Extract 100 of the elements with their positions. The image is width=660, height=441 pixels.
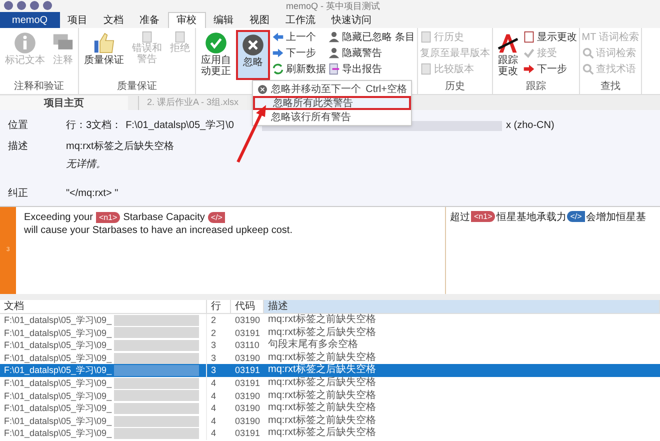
table-cell-text: mq:rxt标签之前缺失空格 (267, 414, 377, 426)
ribbon-button[interactable]: 上一个 (272, 30, 326, 44)
menu-tab[interactable]: 审校 (168, 12, 206, 28)
table-cell-text: 4 (210, 427, 218, 440)
table-cell-text: 3 (210, 364, 218, 377)
tag-chip[interactable]: </> (567, 211, 585, 222)
table-cell-text: 03190 (234, 390, 262, 402)
letter-a-icon (496, 31, 520, 55)
tag-chip[interactable]: </> (208, 212, 226, 223)
ribbon-button[interactable]: 下一步 (272, 46, 326, 60)
table-cell: F:\01_datalsp\05_学习\09_ (4, 364, 112, 377)
check-icon (204, 31, 228, 55)
column-header[interactable]: 行 (207, 300, 231, 313)
table-cell-text: 03190 (234, 314, 262, 327)
column-header[interactable]: 描述 (264, 300, 660, 313)
document-icon (174, 31, 186, 43)
table-row[interactable]: F:\01_datalsp\05_学习\09_ 4 03190 mq:rxt标签之前缺失空格 (0, 402, 660, 415)
table-row[interactable]: F:\01_datalsp\05_学习\09_ 4 03191 mq:rxt标签之后缺失空格 (0, 376, 660, 390)
menu-item[interactable]: 忽略所有此类警告 (253, 96, 411, 110)
table-cell: F:\01_datalsp\05_学习\09_ (4, 414, 112, 428)
info-icon (13, 31, 37, 55)
table-row[interactable]: F:\01_datalsp\05_学习\09_ 2 03190 mq:rxt标签之前缺失空格 (0, 314, 660, 327)
menu-tab[interactable]: 准备 (132, 12, 168, 28)
table-cell-text: 2 (210, 314, 218, 327)
table-cell-text: 03110 (234, 339, 260, 352)
field-value: x (zho-CN) (506, 119, 554, 133)
field-label: 位置 (8, 118, 29, 133)
ribbon-button[interactable]: 显示更改 (522, 30, 577, 44)
menu-tab[interactable]: 文档 (96, 12, 132, 28)
ribbon-button[interactable]: 导出报告 (328, 62, 415, 76)
ribbon-button[interactable]: 隐藏警告 (328, 46, 415, 60)
close-icon (258, 84, 266, 94)
table-cell-text: 03190 (234, 352, 262, 364)
table-row[interactable]: F:\01_datalsp\05_学习\09_ 2 03191 mq:rxt标签之后缺失空格 (0, 326, 660, 340)
table-cell-text: 03191 (234, 427, 262, 440)
segment-text: 会增加恒星基 (586, 211, 646, 224)
table-cell: F:\01_datalsp\05_学习\09_ (4, 326, 112, 340)
table-cell-text: mq:rxt标签之后缺失空格 (267, 427, 377, 440)
column-header[interactable]: 文档 (0, 300, 207, 313)
menu-tab[interactable]: 视图 (242, 12, 278, 28)
table-cell-text: 03191 (234, 376, 262, 390)
check-icon (522, 47, 535, 59)
segment-text: Starbase Capacity (123, 211, 205, 224)
document-tab[interactable]: 项目主页 (0, 96, 128, 110)
segment-text: 超过 (450, 211, 470, 224)
table-cell-text: 03190 (234, 414, 262, 428)
table-row[interactable]: F:\01_datalsp\05_学习\09_ 4 03190 mq:rxt标签之前缺失空格 (0, 390, 660, 402)
group-label: 跟踪 (526, 81, 546, 94)
ribbon-button[interactable]: 刷新数据 (272, 62, 326, 76)
ribbon-button[interactable]: 跟踪更改 (494, 30, 521, 80)
menu-tab[interactable]: 项目 (60, 12, 96, 28)
ribbon-button[interactable]: 忽略 (236, 30, 270, 80)
table-cell-text: 句段末尾有多余空格 (267, 339, 359, 352)
document-icon (522, 31, 535, 43)
group-label: 历史 (444, 81, 465, 94)
table-row[interactable]: F:\01_datalsp\05_学习\09_ 3 03110 句段末尾有多余空格 (0, 339, 660, 352)
ribbon-button[interactable]: 应用自动更正 (198, 30, 234, 80)
menu-tab[interactable]: 编辑 (206, 12, 242, 28)
table-cell: F:\01_datalsp\05_学习\09_ (4, 314, 112, 327)
table-cell-text: mq:rxt标签之前缺失空格 (267, 352, 377, 364)
ribbon-button[interactable]: 隐藏已忽略 条目 (328, 30, 415, 44)
table-row[interactable]: F:\01_datalsp\05_学习\09_ 4 03190 mq:rxt标签之前缺失空格 (0, 414, 660, 428)
segment-text: will cause your Starbases to have an increased upkeep cost. (24, 224, 292, 237)
table-cell-text: 4 (210, 402, 218, 415)
document-icon (141, 31, 153, 43)
table-cell-text: 3 (210, 352, 218, 364)
close-icon (241, 33, 265, 57)
field-label: 描述 (8, 140, 29, 154)
table-cell-text: 4 (210, 414, 218, 428)
field-value: F:\01_datalsp\05_学习\0 (126, 119, 234, 133)
ribbon-button[interactable]: 下一步 (522, 62, 577, 76)
tag-chip[interactable]: <n1> (96, 212, 120, 223)
menu-item[interactable]: 忽略并移动至下一个 Ctrl+空格 (253, 82, 411, 96)
table-cell-text: 4 (210, 390, 218, 402)
field-value: mq:rxt标签之后缺失空格 (66, 140, 174, 154)
person-icon (328, 31, 340, 43)
menu-tab[interactable]: 快速访问 (324, 12, 380, 28)
ribbon-button[interactable]: 质量保证 (81, 30, 127, 80)
table-cell: F:\01_datalsp\05_学习\09_ (4, 352, 112, 364)
table-row[interactable]: F:\01_datalsp\05_学习\09_ 4 03191 mq:rxt标签之后缺失空格 (0, 427, 660, 440)
table-cell-text: 2 (210, 326, 218, 340)
table-cell-text: mq:rxt标签之后缺失空格 (267, 326, 377, 338)
table-cell: F:\01_datalsp\05_学习\09_ (4, 427, 112, 440)
tag-chip[interactable]: <n1> (471, 211, 496, 222)
table-cell-text: 03191 (234, 364, 262, 377)
table-cell-text: mq:rxt标签之后缺失空格 (267, 376, 377, 390)
field-value: "</mq:rxt> " (66, 187, 118, 201)
menu-tab[interactable]: 工作流 (278, 12, 324, 28)
table-row[interactable]: F:\01_datalsp\05_学习\09_ 3 03191 mq:rxt标签之后缺失空格 (0, 364, 660, 377)
field-label: 纠正 (8, 187, 29, 201)
left-arrow-icon (272, 31, 284, 43)
app-menu-button[interactable]: memoQ (0, 12, 60, 28)
table-cell: F:\01_datalsp\05_学习\09_ (4, 402, 112, 415)
field-value: 行：3文档： (66, 118, 122, 133)
refresh-icon (272, 63, 284, 75)
annotation-arrow (236, 104, 268, 164)
table-cell-text: 03191 (234, 326, 262, 340)
table-cell-text: 3 (210, 339, 218, 352)
menu-item[interactable]: 忽略该行所有警告 (253, 110, 411, 124)
table-cell-text: mq:rxt标签之前缺失空格 (267, 314, 377, 326)
